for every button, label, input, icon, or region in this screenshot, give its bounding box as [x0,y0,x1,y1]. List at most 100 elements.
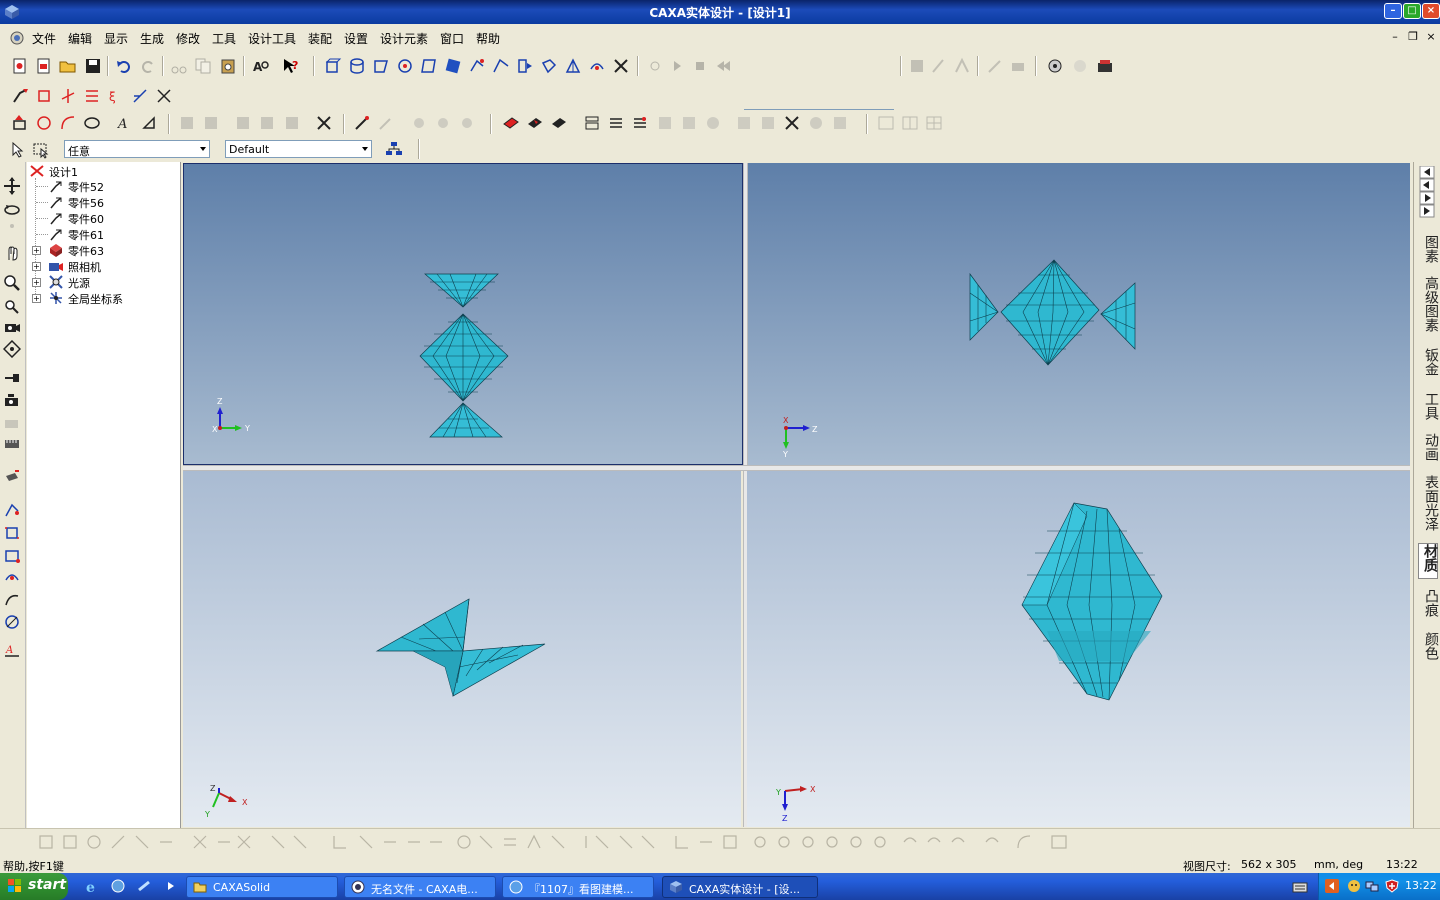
stop-icon[interactable] [691,57,709,75]
add-part-icon[interactable] [11,114,29,132]
tab-sheet-metal[interactable]: 钣金 [1418,348,1439,382]
menu-design-tools[interactable]: 设计工具 [248,30,296,47]
section-feature-icon[interactable]: ξ [107,87,125,105]
maximize-button[interactable]: □ [1403,3,1421,19]
camera-target-icon[interactable] [3,413,21,431]
expand-toggle-light[interactable]: + [32,278,41,287]
menu-generate[interactable]: 生成 [140,30,164,47]
tab-emboss[interactable]: 凸痕 [1418,589,1439,623]
keyboard-icon[interactable] [1292,880,1308,894]
mdi-restore-button[interactable]: ❐ [1406,31,1420,43]
union-icon[interactable] [258,114,276,132]
play-icon[interactable] [668,57,686,75]
taskbar-item-caxasolid[interactable]: CAXASolid [186,876,338,898]
sheet-metal-bend-icon[interactable] [502,114,520,132]
move-icon[interactable] [3,177,21,195]
show-desktop-icon[interactable] [110,878,126,894]
menu-view[interactable]: 显示 [104,30,128,47]
tab-surface-finish[interactable]: 表面光泽 [1418,475,1439,539]
find-icon[interactable]: A [252,57,270,75]
tab-animation[interactable]: 动画 [1418,433,1439,467]
tab-scroll-icon[interactable] [1419,166,1435,218]
align-icon[interactable] [458,114,476,132]
viewport-iso[interactable]: Y X Z [747,471,1410,827]
measure-icon[interactable] [3,435,21,453]
mirror-icon[interactable] [283,114,301,132]
mdi-close-button[interactable]: × [1424,31,1438,43]
view-double-icon[interactable] [901,114,919,132]
pan-icon[interactable] [3,244,21,262]
messenger-icon[interactable] [1347,879,1361,893]
taskbar-item-caxa-3d[interactable]: CAXA实体设计 - [设... [662,876,818,898]
start-button[interactable]: start [0,873,68,900]
menu-tools[interactable]: 工具 [212,30,236,47]
cone-icon[interactable] [372,57,390,75]
redo-icon[interactable] [139,57,157,75]
quicklaunch-more-icon[interactable] [166,878,176,894]
mdi-minimize-button[interactable]: – [1388,31,1402,43]
taskbar-item-browser[interactable]: 『1107』看图建模... [502,876,654,898]
walk-icon[interactable] [3,222,21,240]
view-quad-icon[interactable] [925,114,943,132]
cylinder-icon[interactable] [348,57,366,75]
save-icon[interactable] [84,57,102,75]
menu-design-elements[interactable]: 设计元素 [380,30,428,47]
zoom-window-icon[interactable] [3,296,21,314]
catalog-icon[interactable] [1071,57,1089,75]
extrude-icon[interactable] [444,57,462,75]
offset-face-icon[interactable] [140,114,158,132]
sketch-tools-icon-strip[interactable] [30,832,1080,852]
selection-filter-select[interactable]: 任意 [64,140,210,158]
fillet-icon[interactable] [59,114,77,132]
rewind-icon[interactable] [714,57,732,75]
pattern2-icon[interactable] [656,114,674,132]
suppress-icon[interactable] [807,114,825,132]
shell-part-icon[interactable] [83,114,101,132]
revolve-feature-icon[interactable] [35,87,53,105]
media-player-icon[interactable] [137,878,153,894]
menu-file[interactable]: 文件 [32,30,56,47]
sketch-tool-icon[interactable] [953,57,971,75]
menu-window[interactable]: 窗口 [440,30,464,47]
tab-material[interactable]: 材质 [1418,543,1438,579]
sketch-plane-icon[interactable] [3,547,21,565]
taskbar-item-caxa-electronic[interactable]: 无名文件 - CAXA电... [344,876,496,898]
new-drawing-icon[interactable] [35,57,53,75]
constraint-icon[interactable] [434,114,452,132]
loft-icon[interactable] [516,57,534,75]
unsuppress-icon[interactable] [831,114,849,132]
shell-icon[interactable] [540,57,558,75]
orbit-icon[interactable] [3,340,21,358]
sketch-circle-icon[interactable] [3,613,21,631]
rotate-icon[interactable] [3,200,21,218]
toolbox-icon[interactable] [1096,57,1114,75]
open-icon[interactable] [59,57,77,75]
tab-color[interactable]: 颜色 [1418,632,1439,666]
pattern-icon[interactable] [631,114,649,132]
blend-icon[interactable] [564,57,582,75]
menu-help[interactable]: 帮助 [476,30,500,47]
help-icon[interactable]: ? [282,57,300,75]
close-button[interactable]: × [1422,3,1440,19]
paste-icon[interactable] [219,57,237,75]
sketch-arc-icon[interactable] [3,568,21,586]
light-icon[interactable] [3,369,21,387]
hierarchy-icon[interactable] [385,140,403,158]
menu-modify[interactable]: 修改 [176,30,200,47]
viewport-side[interactable]: X Z Y [748,163,1410,465]
style-select[interactable]: Default [225,140,372,158]
select-arrow-icon[interactable] [9,141,27,159]
record-icon[interactable] [646,57,664,75]
delete-feature-icon[interactable] [783,114,801,132]
pattern4-icon[interactable] [704,114,722,132]
camera-tool-icon[interactable] [1009,57,1027,75]
sphere-icon[interactable] [396,57,414,75]
ie-quicklaunch-icon[interactable]: e [84,878,100,894]
torus-icon[interactable] [420,57,438,75]
pattern3-icon[interactable] [680,114,698,132]
split-feature-icon[interactable] [131,87,149,105]
section-icon[interactable] [3,468,21,486]
library-icon[interactable] [1046,57,1064,75]
tab-primitives[interactable]: 图素 [1418,235,1439,271]
tab-tools[interactable]: 工具 [1418,392,1439,426]
